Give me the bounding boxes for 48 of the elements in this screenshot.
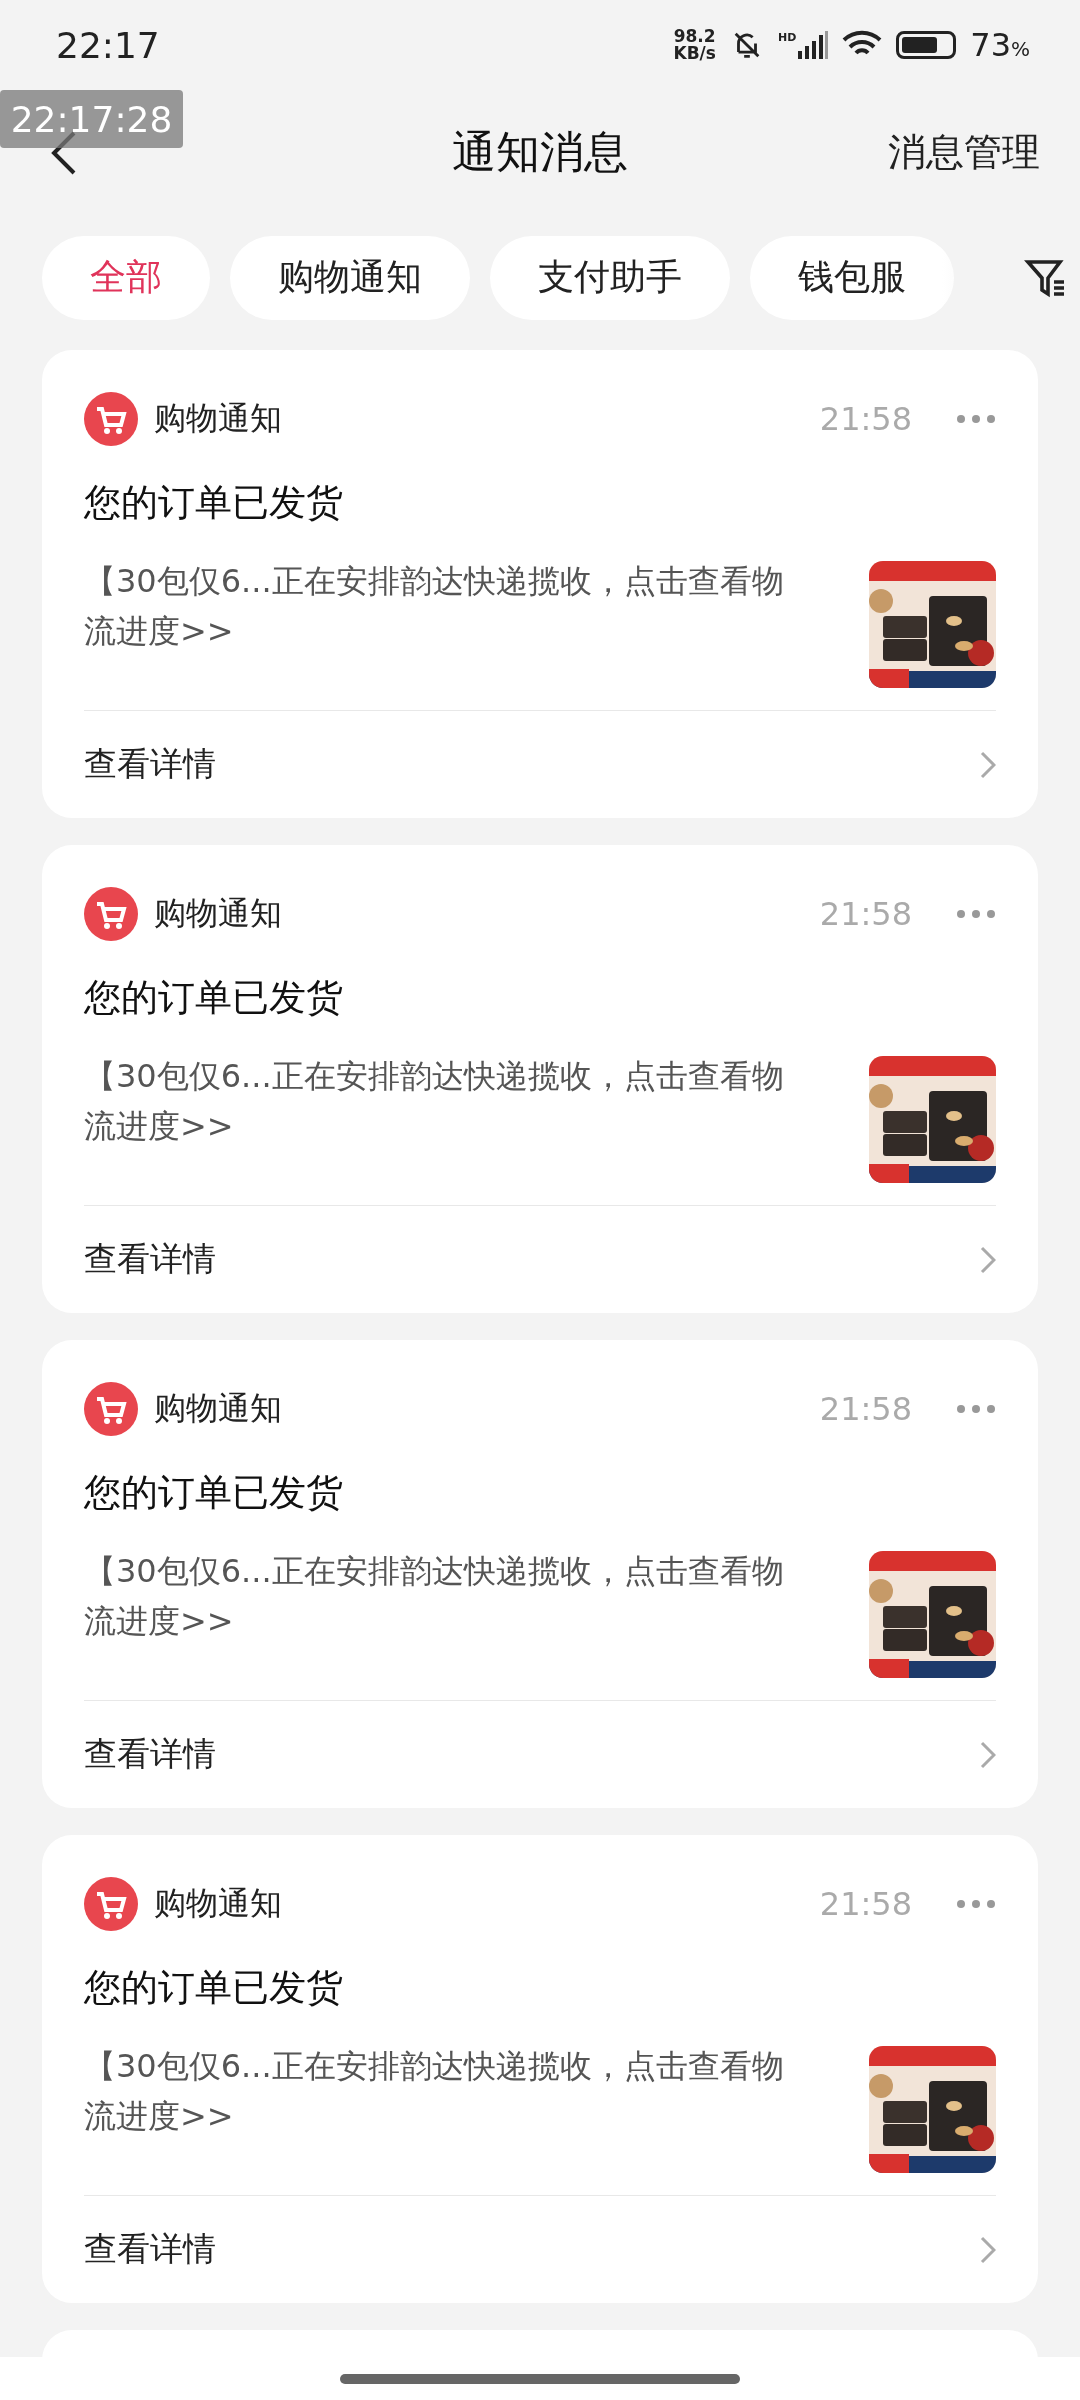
timestamp-overlay: 22:17:28 — [0, 90, 183, 148]
category-label: 购物通知 — [154, 1388, 283, 1429]
more-icon[interactable] — [956, 1404, 996, 1414]
cart-icon — [84, 1877, 138, 1931]
message-body: 【30包仅6...正在安排韵达快递揽收，点击查看物流进度>> — [84, 2046, 784, 2137]
message-title: 您的订单已发货 — [84, 1470, 344, 1516]
message-time: 21:58 — [819, 895, 912, 933]
message-time: 21:58 — [819, 1885, 912, 1923]
percent-sign: % — [1011, 37, 1030, 61]
manage-messages-link[interactable]: 消息管理 — [888, 127, 1040, 178]
network-speed: 98.2 — [673, 28, 716, 45]
view-details-link[interactable]: 查看详情 — [84, 1732, 216, 1777]
signal-icon — [798, 31, 829, 59]
category-label: 购物通知 — [154, 398, 283, 439]
more-icon[interactable] — [956, 414, 996, 424]
view-details-link[interactable]: 查看详情 — [84, 742, 216, 787]
more-icon[interactable] — [956, 1899, 996, 1909]
message-body: 【30包仅6...正在安排韵达快递揽收，点击查看物流进度>> — [84, 1056, 784, 1147]
chevron-right-icon — [980, 1245, 996, 1274]
battery-icon — [896, 31, 957, 59]
cart-icon — [84, 392, 138, 446]
chevron-right-icon — [980, 750, 996, 779]
chevron-right-icon — [980, 2235, 996, 2264]
message-body: 【30包仅6...正在安排韵达快递揽收，点击查看物流进度>> — [84, 561, 784, 652]
home-indicator[interactable] — [340, 2373, 740, 2384]
view-details-link[interactable]: 查看详情 — [84, 1237, 216, 1282]
filter-tab[interactable]: 购物通知 — [230, 235, 470, 320]
chevron-right-icon — [980, 1740, 996, 1769]
category-label: 购物通知 — [154, 1883, 283, 1924]
hd-label: HD — [777, 31, 797, 44]
message-time: 21:58 — [819, 1390, 912, 1428]
page-title: 通知消息 — [452, 125, 628, 179]
cart-icon — [84, 887, 138, 941]
more-icon[interactable] — [956, 909, 996, 919]
filter-tab[interactable]: 全部 — [42, 235, 210, 320]
cart-icon — [84, 1382, 138, 1436]
message-body: 【30包仅6...正在安排韵达快递揽收，点击查看物流进度>> — [84, 1551, 784, 1642]
view-details-link[interactable]: 查看详情 — [84, 2227, 216, 2272]
category-label: 购物通知 — [154, 893, 283, 934]
message-title: 您的订单已发货 — [84, 1965, 344, 2011]
battery-percent: 73 — [970, 26, 1011, 64]
message-title: 您的订单已发货 — [84, 975, 344, 1021]
filter-tab[interactable]: 支付助手 — [490, 235, 730, 320]
speed-unit: KB/s — [673, 45, 716, 62]
filter-tab[interactable]: 钱包服 — [750, 235, 954, 320]
message-time: 21:58 — [819, 400, 912, 438]
message-title: 您的订单已发货 — [84, 480, 344, 526]
status-time: 22:17 — [56, 24, 160, 66]
